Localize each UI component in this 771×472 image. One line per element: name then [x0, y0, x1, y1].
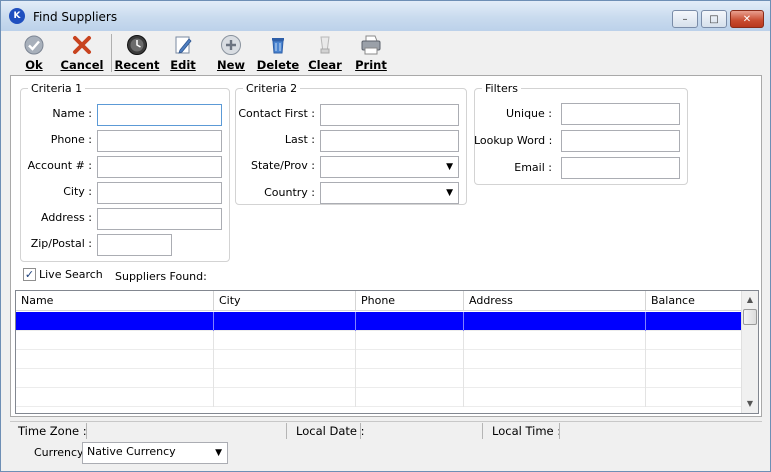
minimize-icon: –	[682, 13, 688, 25]
maximize-button[interactable]: □	[701, 10, 727, 28]
table-row[interactable]	[16, 369, 742, 388]
cross-icon	[73, 36, 91, 54]
currency-label: Currency:	[34, 446, 87, 459]
account-number-input[interactable]	[97, 156, 222, 178]
suppliers-grid[interactable]: Name City Phone Address Balance ▲ ▼	[15, 290, 759, 414]
column-header-city[interactable]: City	[214, 291, 356, 311]
address-input[interactable]	[97, 208, 222, 230]
vertical-scrollbar[interactable]: ▲ ▼	[741, 291, 758, 413]
edit-button[interactable]: Edit	[168, 34, 198, 74]
checkbox-check-icon: ✓	[23, 268, 36, 281]
state-prov-select[interactable]: ▼	[320, 156, 459, 178]
chevron-down-icon: ▼	[215, 448, 222, 458]
column-header-name[interactable]: Name	[16, 291, 214, 311]
column-header-balance[interactable]: Balance	[646, 291, 742, 311]
criteria-2-legend: Criteria 2	[246, 82, 298, 95]
app-icon: K	[9, 8, 25, 24]
email-input[interactable]	[561, 157, 680, 179]
lookup-word-input[interactable]	[561, 130, 680, 152]
live-search-label: Live Search	[39, 268, 103, 281]
city-label: City :	[63, 185, 92, 198]
print-button[interactable]: Print	[354, 34, 388, 74]
chevron-down-icon: ▼	[446, 188, 453, 198]
pencil-icon	[175, 36, 192, 54]
filters-legend: Filters	[485, 82, 518, 95]
zip-postal-label: Zip/Postal :	[30, 237, 92, 250]
state-prov-label: State/Prov :	[251, 159, 315, 172]
local-time-label: Local Time :	[492, 424, 562, 438]
scroll-thumb[interactable]	[743, 309, 757, 325]
local-date-label: Local Date :	[296, 424, 365, 438]
table-row[interactable]	[16, 388, 742, 407]
last-name-input[interactable]	[320, 130, 459, 152]
minimize-button[interactable]: –	[672, 10, 698, 28]
contact-first-label: Contact First :	[238, 107, 315, 120]
email-label: Email :	[514, 161, 552, 174]
trash-icon	[272, 38, 284, 54]
address-label: Address :	[40, 211, 92, 224]
table-row[interactable]	[16, 331, 742, 350]
clear-button[interactable]: Clear	[307, 34, 343, 74]
unique-input[interactable]	[561, 103, 680, 125]
toolbar: Ok Cancel Recent Edit New Delete Clear P…	[10, 32, 762, 75]
country-label: Country :	[264, 186, 315, 199]
account-number-label: Account # :	[27, 159, 92, 172]
phone-label: Phone :	[50, 133, 92, 146]
table-row-selected[interactable]	[16, 312, 742, 331]
live-search-checkbox[interactable]: ✓ Live Search	[23, 268, 103, 281]
chevron-down-icon: ▼	[446, 162, 453, 172]
unique-label: Unique :	[505, 107, 552, 120]
column-header-address[interactable]: Address	[464, 291, 646, 311]
eraser-icon	[320, 36, 330, 54]
recent-button[interactable]: Recent	[114, 34, 160, 74]
status-bar: Time Zone : Local Date : Local Time :	[10, 421, 762, 439]
toolbar-separator	[111, 34, 112, 72]
currency-row: Currency: Native Currency ▼	[10, 441, 762, 465]
maximize-icon: □	[709, 13, 719, 25]
contact-first-input[interactable]	[320, 104, 459, 126]
currency-value: Native Currency	[87, 445, 176, 458]
last-name-label: Last :	[284, 133, 315, 146]
close-icon: ✕	[742, 13, 752, 25]
phone-input[interactable]	[97, 130, 222, 152]
title-bar[interactable]: K Find Suppliers – □ ✕	[1, 1, 770, 31]
lookup-word-label: Lookup Word :	[474, 134, 553, 147]
city-input[interactable]	[97, 182, 222, 204]
search-panel: Criteria 1 Name : Phone : Account # : Ci…	[10, 75, 762, 417]
currency-select[interactable]: Native Currency ▼	[82, 442, 228, 464]
ok-button[interactable]: Ok	[16, 34, 52, 74]
close-button[interactable]: ✕	[730, 10, 764, 28]
clock-icon	[127, 35, 147, 55]
time-zone-label: Time Zone :	[18, 424, 87, 438]
table-row[interactable]	[16, 350, 742, 369]
new-button[interactable]: New	[213, 34, 249, 74]
printer-icon	[361, 35, 381, 55]
check-icon	[24, 35, 44, 55]
scroll-up-icon[interactable]: ▲	[742, 291, 758, 308]
name-input[interactable]	[97, 104, 222, 126]
name-label: Name :	[52, 107, 92, 120]
suppliers-found-label: Suppliers Found:	[115, 270, 207, 283]
scroll-down-icon[interactable]: ▼	[742, 395, 758, 412]
plus-circle-icon	[221, 35, 241, 55]
delete-button[interactable]: Delete	[256, 34, 300, 74]
grid-header: Name City Phone Address Balance	[16, 291, 742, 311]
country-select[interactable]: ▼	[320, 182, 459, 204]
window-title: Find Suppliers	[33, 10, 118, 24]
cancel-button[interactable]: Cancel	[59, 34, 105, 74]
zip-postal-input[interactable]	[97, 234, 172, 256]
criteria-1-legend: Criteria 1	[31, 82, 83, 95]
find-suppliers-window: K Find Suppliers – □ ✕ Ok Cancel Recent …	[0, 0, 771, 472]
column-header-phone[interactable]: Phone	[356, 291, 464, 311]
